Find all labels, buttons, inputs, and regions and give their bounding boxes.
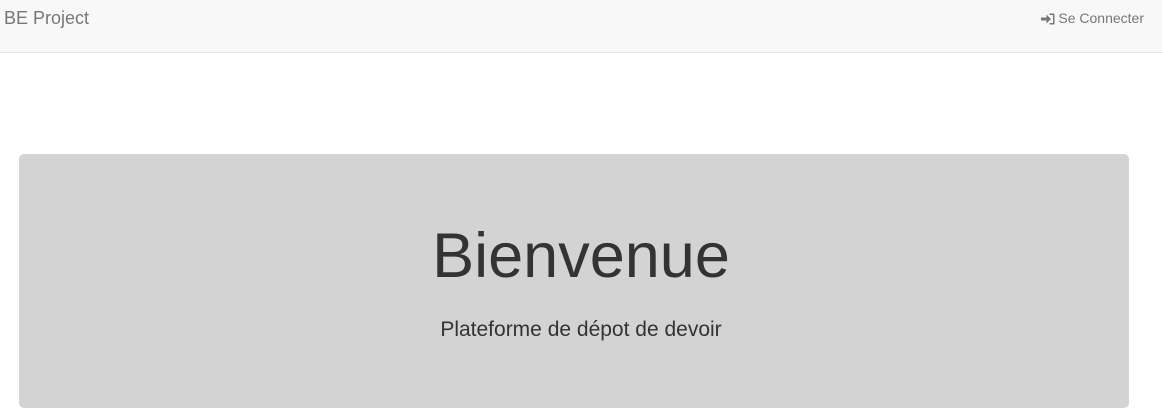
page-title: Bienvenue: [432, 221, 730, 291]
navbar: BE Project Se Connecter: [0, 0, 1162, 53]
login-link[interactable]: Se Connecter: [1041, 10, 1144, 26]
page-subtitle: Plateforme de dépot de devoir: [440, 318, 722, 341]
login-label: Se Connecter: [1058, 10, 1144, 26]
sign-in-icon: [1041, 12, 1055, 25]
brand-link[interactable]: BE Project: [4, 8, 89, 28]
